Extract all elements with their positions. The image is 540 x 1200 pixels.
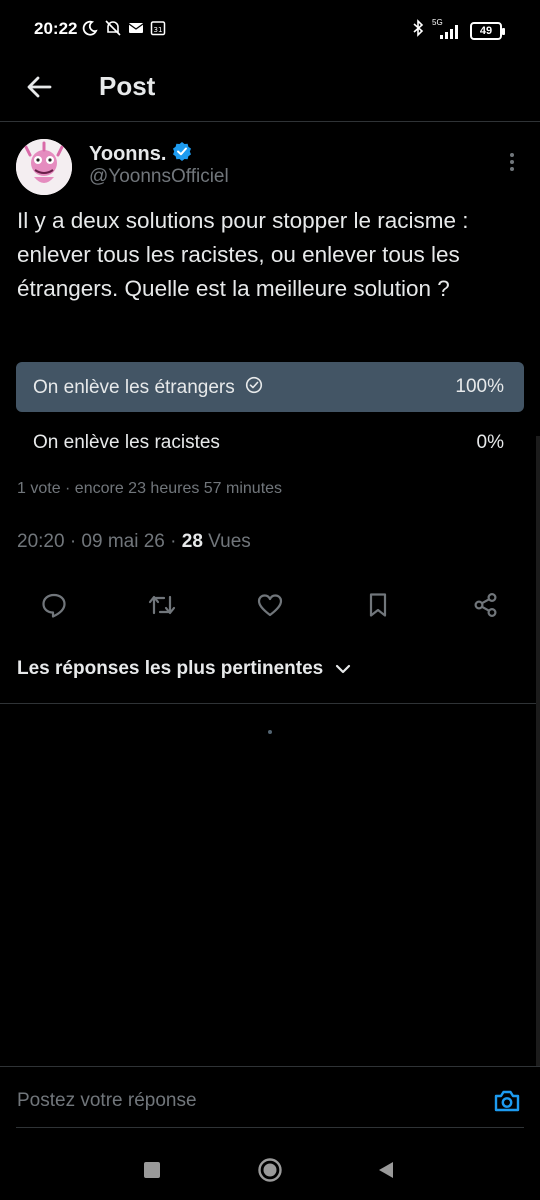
back-nav-button[interactable] <box>368 1152 404 1188</box>
poll-option-label-row: On enlève les racistes <box>33 432 220 454</box>
author-handle[interactable]: @YoonnsOfficiel <box>89 166 229 188</box>
reply-button[interactable] <box>34 585 74 625</box>
camera-icon <box>494 1090 520 1112</box>
tweet-meta: 20:20 · 09 mai 26 · 28 Vues <box>17 531 251 553</box>
chevron-down-icon <box>336 664 351 674</box>
square-icon <box>144 1162 160 1178</box>
svg-text:31: 31 <box>154 26 163 34</box>
like-icon <box>257 594 283 617</box>
check-circle-icon <box>245 376 263 400</box>
signal-icon: 5G <box>432 18 462 40</box>
replies-sort-dropdown[interactable]: Les réponses les plus pertinentes <box>17 658 351 680</box>
poll-option-label: On enlève les étrangers <box>33 377 235 398</box>
circle-icon <box>258 1158 282 1182</box>
loading-indicator <box>268 730 272 734</box>
poll-option-label: On enlève les racistes <box>33 432 220 453</box>
screen: 20:22 31 5G 49 Post Yoonns. @YoonnsOffic… <box>0 0 540 1200</box>
poll-option-1: On enlève les étrangers 100% <box>16 362 524 412</box>
bookmark-icon <box>369 593 387 617</box>
tweet-timestamp: 20:20 · 09 mai 26 · <box>17 531 182 552</box>
mute-bell-icon <box>104 19 122 42</box>
mail-icon <box>128 21 144 40</box>
like-button[interactable] <box>250 585 290 625</box>
divider <box>0 1066 540 1067</box>
author-name: Yoonns. <box>89 142 167 165</box>
verified-badge-icon <box>172 141 192 167</box>
poll-option-label-row: On enlève les étrangers <box>33 376 263 400</box>
page-title: Post <box>99 71 156 101</box>
share-icon <box>474 592 497 618</box>
home-button[interactable] <box>252 1152 288 1188</box>
action-bar <box>0 585 540 625</box>
author-name-row[interactable]: Yoonns. <box>89 141 192 167</box>
battery-indicator: 49 <box>470 21 505 40</box>
poll-option-2: On enlève les racistes 0% <box>16 418 524 468</box>
back-button[interactable] <box>22 70 56 104</box>
header: Post <box>0 60 540 122</box>
repost-button[interactable] <box>142 585 182 625</box>
views-count[interactable]: 28 <box>182 531 203 552</box>
moon-icon <box>82 20 98 41</box>
status-left-icons: 31 <box>82 19 166 42</box>
tweet-text: Il y a deux solutions pour stopper le ra… <box>17 208 469 301</box>
poll-meta: 1 vote · encore 23 heures 57 minutes <box>17 480 283 497</box>
divider <box>0 703 540 704</box>
system-nav-bar <box>0 1140 540 1200</box>
camera-button[interactable] <box>492 1086 522 1116</box>
bookmark-button[interactable] <box>358 585 398 625</box>
status-time: 20:22 <box>34 19 78 38</box>
reply-underline <box>16 1127 524 1128</box>
reply-input[interactable] <box>17 1090 457 1112</box>
avatar[interactable] <box>16 139 72 195</box>
triangle-back-icon <box>379 1162 393 1178</box>
share-button[interactable] <box>466 585 506 625</box>
retweet-icon <box>148 595 176 615</box>
more-options-icon[interactable] <box>504 150 520 174</box>
replies-sort-label: Les réponses les plus pertinentes <box>17 658 324 679</box>
views-label[interactable]: Vues <box>203 531 251 552</box>
reply-icon <box>42 593 66 618</box>
calendar-icon: 31 <box>150 20 166 41</box>
scrollbar[interactable] <box>536 436 540 1066</box>
status-right-icons: 5G 49 <box>412 18 505 42</box>
status-bar: 20:22 31 5G 49 <box>0 0 540 60</box>
poll-option-percent: 100% <box>455 376 504 397</box>
poll-option-percent: 0% <box>476 432 504 453</box>
recents-button[interactable] <box>134 1152 170 1188</box>
network-label: 5G <box>432 17 443 27</box>
arrow-left-icon <box>27 76 52 98</box>
bluetooth-icon <box>412 19 424 42</box>
